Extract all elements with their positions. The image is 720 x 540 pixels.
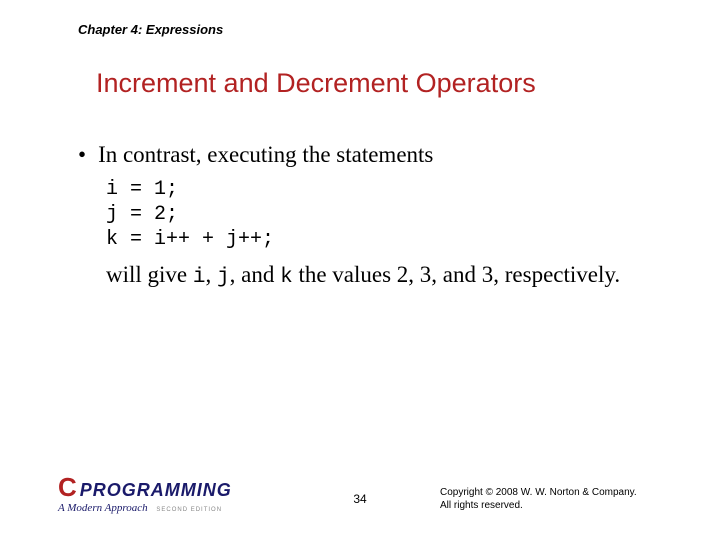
var-i: i <box>193 266 206 289</box>
book-logo: C PROGRAMMING A Modern Approach SECOND E… <box>58 476 232 514</box>
bullet-marker: • <box>78 140 86 169</box>
logo-subtitle: A Modern Approach SECOND EDITION <box>58 502 232 514</box>
footer: C PROGRAMMING A Modern Approach SECOND E… <box>0 474 720 514</box>
logo-edition: SECOND EDITION <box>156 507 222 513</box>
code-block: i = 1; j = 2; k = i++ + j++; <box>106 177 638 252</box>
page-number: 34 <box>353 492 366 506</box>
followup-prefix: will give <box>106 262 193 287</box>
logo-c-letter: C <box>58 476 78 498</box>
var-k: k <box>280 266 293 289</box>
copyright-line-1: Copyright © 2008 W. W. Norton & Company. <box>440 486 660 499</box>
var-j: j <box>217 266 230 289</box>
body-content: • In contrast, executing the statements … <box>78 140 638 292</box>
chapter-header: Chapter 4: Expressions <box>78 22 223 37</box>
followup-text: will give i, j, and k the values 2, 3, a… <box>106 260 626 292</box>
followup-mid2: , and <box>230 262 280 287</box>
followup-mid1: , <box>206 262 218 287</box>
followup-suffix: the values 2, 3, and 3, respectively. <box>293 262 620 287</box>
copyright-line-2: All rights reserved. <box>440 499 660 512</box>
slide-title: Increment and Decrement Operators <box>96 68 536 99</box>
logo-word: PROGRAMMING <box>80 479 232 501</box>
bullet-text: In contrast, executing the statements <box>98 140 433 169</box>
logo-sub-text: A Modern Approach <box>58 502 148 514</box>
copyright: Copyright © 2008 W. W. Norton & Company.… <box>440 486 660 512</box>
logo-main: C PROGRAMMING <box>58 476 232 501</box>
bullet-item: • In contrast, executing the statements <box>78 140 638 169</box>
